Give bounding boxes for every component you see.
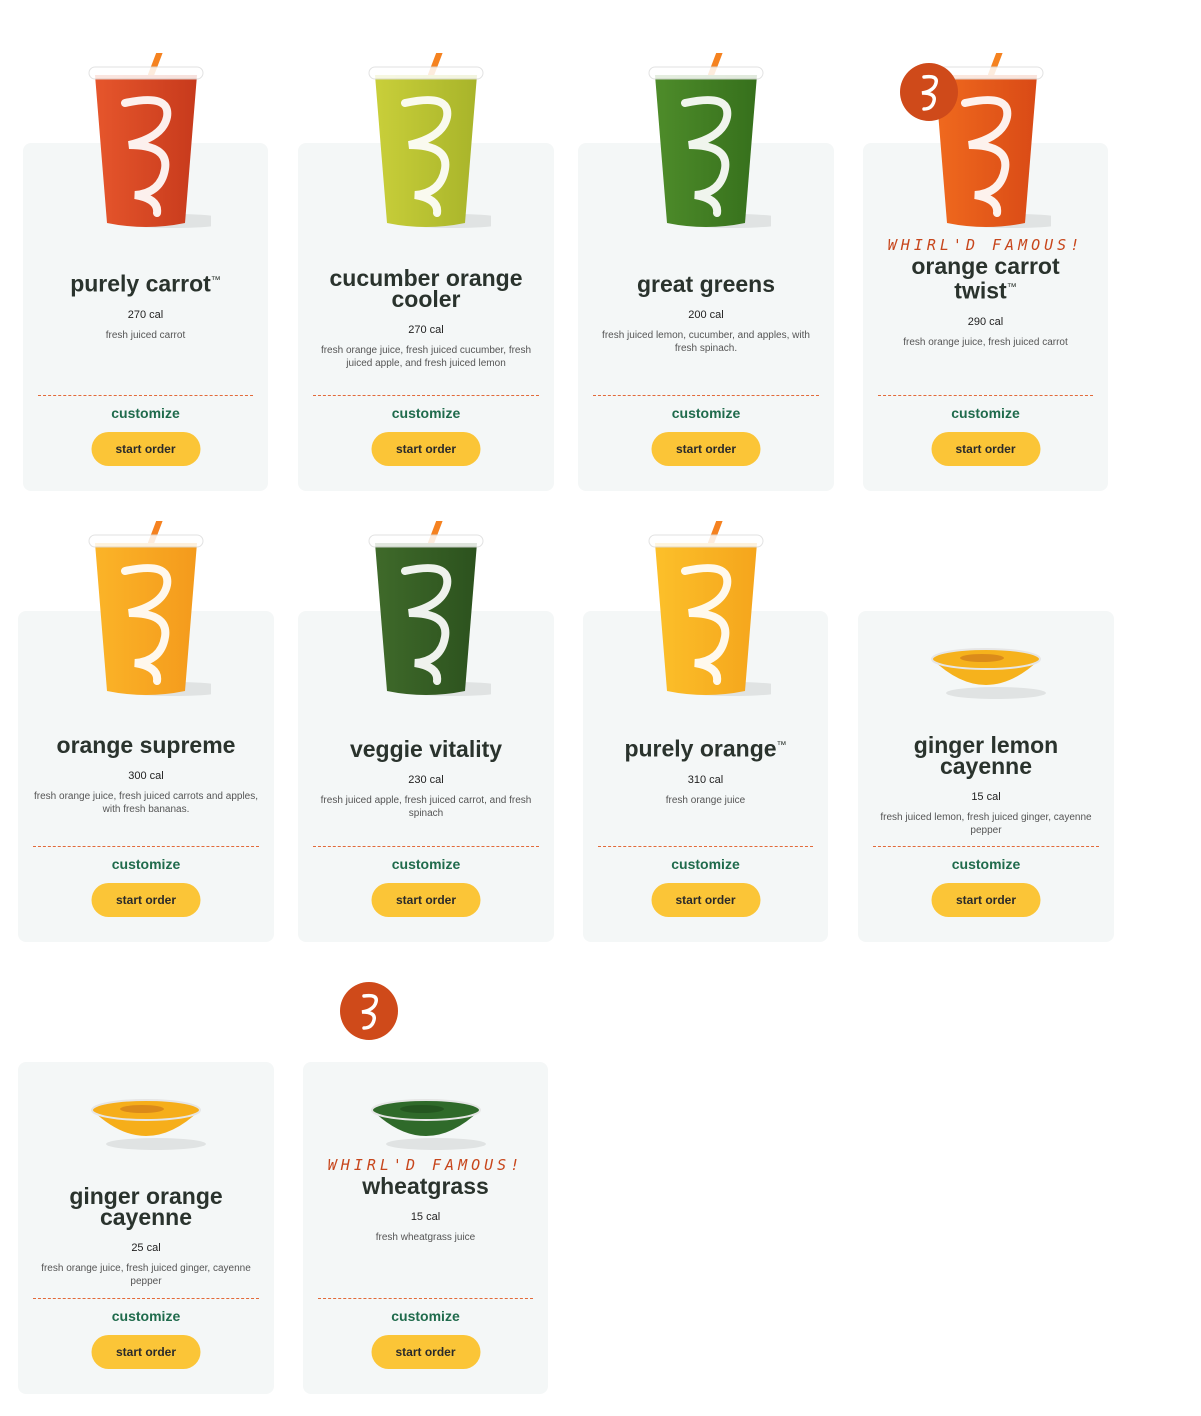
customize-link[interactable]: customize [23,405,268,421]
dashed-divider [313,846,539,847]
ingredients-description: fresh juiced lemon, fresh juiced ginger,… [880,812,1092,836]
juice-cup-image [583,521,828,701]
ingredients-description: fresh orange juice [665,794,746,806]
customize-link[interactable]: customize [863,405,1108,421]
product-card[interactable]: great greens 200 cal fresh juiced lemon, c… [578,53,834,491]
product-name-text: ginger orange cayenne [69,1183,223,1230]
product-name-text: ginger lemon cayenne [913,732,1059,779]
product-name[interactable]: ginger orange cayenne [18,1183,274,1230]
juice-shot-bowl-image [18,1092,274,1152]
whirl-badge-icon [340,982,398,1040]
start-order-button[interactable]: start order [371,1335,480,1369]
dashed-divider [593,395,819,396]
product-name[interactable]: purely carrot™ [23,270,268,295]
calorie-count: 230 cal [408,774,444,786]
product-name-text: purely orange [624,735,777,762]
dashed-divider [873,846,1099,847]
ingredients-description: fresh orange juice, fresh juiced carrots… [34,791,259,815]
calorie-count: 270 cal [408,324,444,336]
customize-link[interactable]: customize [303,1308,548,1324]
dashed-divider [598,846,813,847]
product-name-text: orange supreme [56,732,236,758]
calorie-count: 15 cal [410,1211,441,1223]
product-name[interactable]: ginger lemon cayenne [858,732,1114,779]
start-order-button[interactable]: start order [371,883,481,917]
start-order-button[interactable]: start order [931,432,1040,466]
product-name-text: cucumber orange cooler [329,265,523,312]
whirld-famous-label: WHIRL'D FAMOUS! [327,1156,524,1174]
product-name[interactable]: purely orange™ [583,735,828,760]
calorie-count: 270 cal [127,308,164,321]
product-name-text: orange carrot twist [911,253,1060,304]
product-name[interactable]: cucumber orange cooler [298,265,554,312]
ingredients-description: fresh juiced carrot [105,329,186,341]
ingredients-description: fresh orange juice, fresh juiced carrot [903,336,1068,348]
product-name[interactable]: wheatgrass [303,1173,548,1199]
calorie-count: 300 cal [128,770,164,782]
product-card[interactable]: purely orange™ 310 cal fresh orange juice c… [583,521,828,942]
product-name[interactable]: orange carrot twist™ [863,253,1108,304]
product-card[interactable]: WHIRL'D FAMOUS! orange carrot twist™ 290 c… [863,53,1108,491]
product-name-text: great greens [636,271,776,297]
product-card[interactable]: orange supreme 300 cal fresh orange juice,… [18,521,274,942]
product-name-text: purely carrot [70,270,211,297]
customize-link[interactable]: customize [18,856,274,872]
juice-cup-image [23,53,268,233]
juice-shot-bowl-image [858,641,1114,701]
start-order-button[interactable]: start order [91,432,200,466]
start-order-button[interactable]: start order [931,883,1041,917]
calorie-count: 15 cal [971,791,1001,803]
ingredients-description: fresh orange juice, fresh juiced cucumbe… [320,345,532,369]
calorie-count: 200 cal [688,309,724,321]
product-card[interactable]: ginger lemon cayenne 15 cal fresh juiced l… [858,611,1114,942]
juice-cup-image [298,53,554,233]
trademark-symbol: ™ [776,740,787,751]
product-card[interactable]: purely carrot™ 270 cal fresh juiced carrot… [23,53,268,491]
dashed-divider [33,846,259,847]
product-name[interactable]: orange supreme [18,732,274,758]
ingredients-description: fresh orange juice, fresh juiced ginger,… [41,1263,251,1287]
product-card[interactable]: WHIRL'D FAMOUS! wheatgrass 15 cal fresh whe… [303,1062,548,1394]
ingredients-description: fresh juiced apple, fresh juiced carrot,… [320,795,532,819]
trademark-symbol: ™ [210,275,221,286]
calorie-count: 310 cal [687,773,724,786]
customize-link[interactable]: customize [298,405,554,421]
product-card[interactable]: ginger orange cayenne 25 cal fresh orange … [18,1062,274,1394]
ingredients-description: fresh juiced lemon, cucumber, and apples… [602,330,810,354]
product-name-text: wheatgrass [362,1173,489,1199]
dashed-divider [313,395,539,396]
start-order-button[interactable]: start order [651,432,761,466]
dashed-divider [878,395,1093,396]
juice-cup-image [578,53,834,233]
dashed-divider [318,1298,533,1299]
start-order-button[interactable]: start order [371,432,481,466]
start-order-button[interactable]: start order [91,1335,201,1369]
product-name[interactable]: veggie vitality [298,736,554,762]
start-order-button[interactable]: start order [91,883,201,917]
product-card[interactable]: cucumber orange cooler 270 cal fresh orang… [298,53,554,491]
ingredients-description: fresh wheatgrass juice [375,1232,476,1243]
dashed-divider [33,1298,259,1299]
customize-link[interactable]: customize [298,856,554,872]
product-card[interactable]: veggie vitality 230 cal fresh juiced apple… [298,521,554,942]
whirld-famous-label: WHIRL'D FAMOUS! [887,236,1084,254]
customize-link[interactable]: customize [583,856,828,872]
start-order-button[interactable]: start order [651,883,760,917]
calorie-count: 25 cal [131,1242,161,1254]
whirl-badge-icon [900,63,958,121]
customize-link[interactable]: customize [578,405,834,421]
dashed-divider [38,395,253,396]
calorie-count: 290 cal [967,315,1004,328]
juice-cup-image [298,521,554,701]
product-name[interactable]: great greens [578,271,834,297]
product-name-text: veggie vitality [349,736,503,762]
juice-cup-image [18,521,274,701]
juice-shot-bowl-image [303,1092,548,1152]
customize-link[interactable]: customize [18,1308,274,1324]
customize-link[interactable]: customize [858,856,1114,872]
trademark-symbol: ™ [1006,282,1017,293]
